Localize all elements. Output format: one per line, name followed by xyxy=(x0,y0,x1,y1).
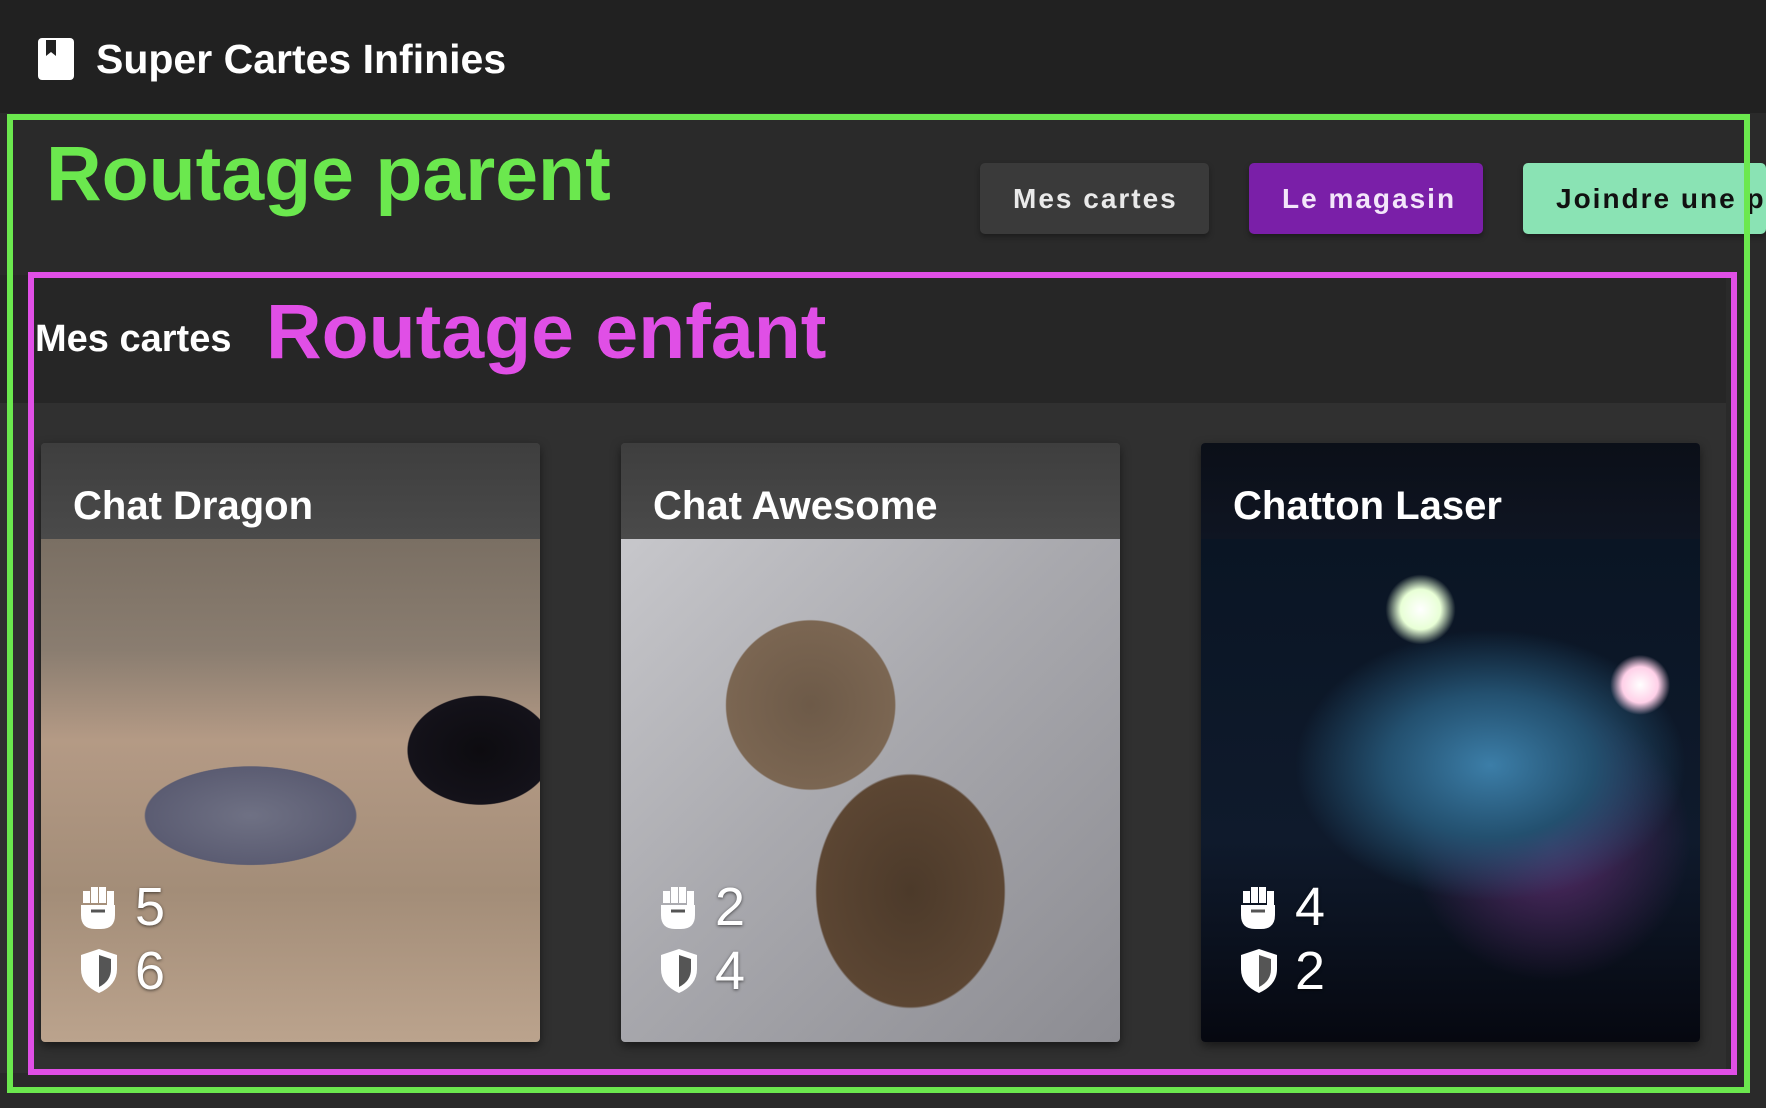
card-name: Chatton Laser xyxy=(1233,484,1502,528)
card-defense: 4 xyxy=(657,943,745,999)
fist-icon xyxy=(1241,887,1275,929)
card-attack: 4 xyxy=(1237,879,1325,935)
card-defense-value: 2 xyxy=(1295,941,1326,1001)
card-name: Chat Dragon xyxy=(73,484,313,528)
card-header: Chatton Laser xyxy=(1201,443,1700,539)
fist-icon xyxy=(81,887,115,929)
shield-icon xyxy=(1241,949,1277,993)
shield-icon xyxy=(661,949,697,993)
card-defense-value: 4 xyxy=(715,941,746,1001)
app-toolbar: Super Cartes Infinies xyxy=(0,0,1766,113)
card-defense-value: 6 xyxy=(135,941,166,1001)
app-title: Super Cartes Infinies xyxy=(96,36,507,82)
card-header: Chat Awesome xyxy=(621,443,1120,539)
card-defense: 6 xyxy=(77,943,165,999)
book-icon xyxy=(38,38,74,80)
card-attack-value: 4 xyxy=(1295,877,1326,937)
card-defense: 2 xyxy=(1237,943,1325,999)
card-name: Chat Awesome xyxy=(653,484,938,528)
fist-icon xyxy=(661,887,695,929)
card-attack: 5 xyxy=(77,879,165,935)
card-attack-value: 2 xyxy=(715,877,746,937)
card-header: Chat Dragon xyxy=(41,443,540,539)
card-attack-value: 5 xyxy=(135,877,166,937)
parent-route-frame xyxy=(7,114,1750,1093)
shield-icon xyxy=(81,949,117,993)
card-attack: 2 xyxy=(657,879,745,935)
